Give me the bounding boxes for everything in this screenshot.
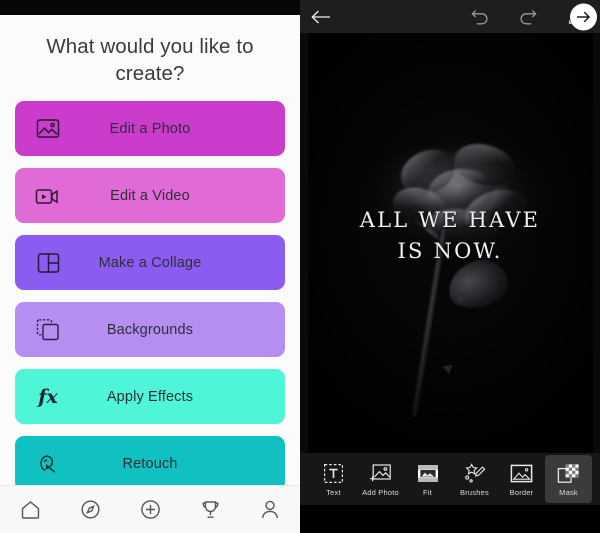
tool-label: Text — [326, 488, 341, 497]
status-bar — [0, 0, 300, 15]
back-arrow-icon — [311, 10, 330, 23]
tool-label: Add Photo — [362, 488, 399, 497]
tool-label: Border — [509, 488, 534, 497]
tool-label: Mask — [559, 488, 578, 497]
tool-brushes[interactable]: Brushes — [451, 455, 498, 503]
back-button[interactable] — [300, 0, 342, 33]
collage-icon — [23, 235, 73, 290]
action-edit-a-video[interactable]: Edit a Video — [15, 168, 285, 223]
tool-mask[interactable]: Mask — [545, 455, 592, 503]
action-list: Edit a Photo Edit a Video Make a Collage… — [0, 101, 300, 533]
border-icon — [510, 461, 533, 485]
tool-label: Brushes — [460, 488, 489, 497]
redo-button[interactable] — [504, 0, 552, 33]
page-title: What would you like to create? — [46, 35, 254, 85]
add-photo-icon — [369, 461, 392, 485]
plus-circle-icon — [140, 500, 160, 519]
tool-add-photo[interactable]: Add Photo — [357, 455, 404, 503]
photo-icon — [23, 101, 73, 156]
fit-icon — [417, 461, 439, 485]
next-arrow-icon — [577, 11, 591, 22]
editor-top-bar — [300, 0, 600, 33]
action-make-a-collage[interactable]: Make a Collage — [15, 235, 285, 290]
svg-text:fx: fx — [36, 386, 58, 408]
action-apply-effects[interactable]: fx Apply Effects — [15, 369, 285, 424]
tool-label: Fit — [423, 488, 432, 497]
photo-editor-screen: ALL WE HAVE IS NOW. Text Add Photo Fit B… — [300, 0, 600, 533]
nav-item-home[interactable] — [8, 490, 52, 530]
editor-bottom-spacer — [300, 505, 600, 533]
tool-more[interactable] — [592, 455, 600, 503]
create-home-screen: What would you like to create? Edit a Ph… — [0, 0, 300, 533]
rose-thorn — [456, 294, 467, 304]
text-icon — [323, 461, 344, 485]
action-edit-a-photo[interactable]: Edit a Photo — [15, 101, 285, 156]
dark-rose-photo[interactable]: ALL WE HAVE IS NOW. — [307, 33, 593, 453]
compass-icon — [80, 500, 100, 519]
action-backgrounds[interactable]: Backgrounds — [15, 302, 285, 357]
tool-fit[interactable]: Fit — [404, 455, 451, 503]
video-icon — [23, 168, 73, 223]
undo-button[interactable] — [456, 0, 504, 33]
nav-item-discover[interactable] — [68, 490, 112, 530]
nav-item-create[interactable] — [128, 490, 172, 530]
nav-item-profile[interactable] — [248, 490, 292, 530]
editor-tool-bar: Text Add Photo Fit Brushes Border Mask — [300, 453, 600, 505]
trophy-icon — [201, 501, 219, 518]
person-icon — [262, 500, 278, 519]
tool-border[interactable]: Border — [498, 455, 545, 503]
next-button[interactable] — [570, 3, 597, 30]
action-retouch[interactable]: Retouch — [15, 436, 285, 491]
brushes-icon — [463, 461, 486, 485]
tool-text[interactable]: Text — [310, 455, 357, 503]
home-icon — [21, 500, 39, 519]
undo-icon — [471, 9, 488, 24]
editor-canvas[interactable]: ALL WE HAVE IS NOW. — [300, 33, 600, 453]
nav-item-challenges[interactable] — [188, 490, 232, 530]
backgrounds-icon — [23, 302, 73, 357]
effects-fx-icon: fx — [23, 369, 73, 424]
bottom-navigation — [0, 485, 300, 533]
retouch-icon — [23, 436, 73, 491]
mask-icon — [557, 461, 580, 485]
redo-icon — [520, 9, 537, 24]
